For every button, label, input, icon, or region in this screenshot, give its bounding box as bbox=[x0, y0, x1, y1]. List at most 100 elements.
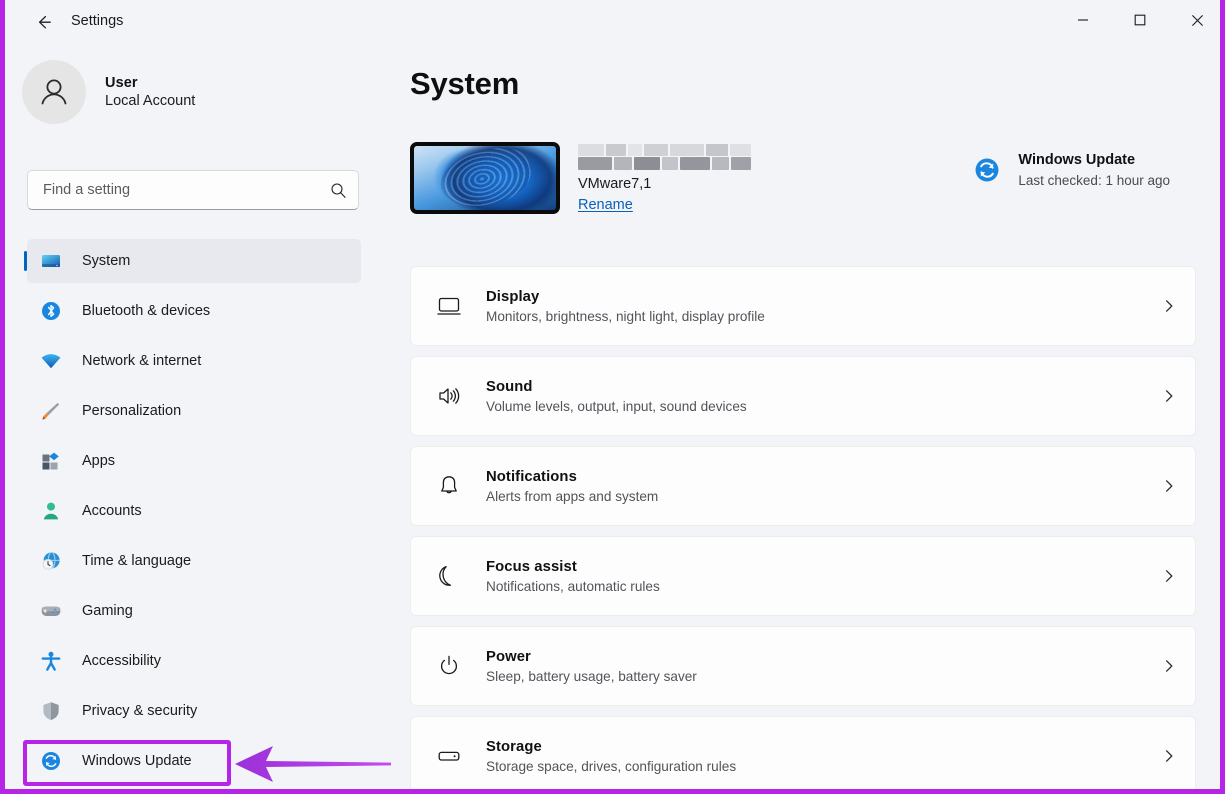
card-title: Focus assist bbox=[486, 558, 577, 575]
card-title: Display bbox=[486, 288, 540, 305]
chevron-right-icon bbox=[1143, 748, 1195, 764]
settings-window: Settings User Local Account Find a setti… bbox=[0, 0, 1225, 794]
power-icon bbox=[430, 653, 468, 679]
paintbrush-icon bbox=[39, 399, 63, 423]
drive-icon bbox=[430, 743, 468, 769]
chevron-right-icon bbox=[1143, 568, 1195, 584]
person-avatar-icon bbox=[41, 79, 67, 105]
card-title: Power bbox=[486, 648, 531, 665]
avatar bbox=[22, 60, 86, 124]
search-box[interactable] bbox=[27, 170, 359, 210]
apps-grid-icon bbox=[39, 449, 63, 473]
windows-bloom-wallpaper bbox=[414, 146, 556, 210]
sidebar-item-personalization[interactable]: Personalization bbox=[27, 389, 361, 433]
settings-card-display[interactable]: Display Monitors, brightness, night ligh… bbox=[410, 266, 1196, 346]
bell-icon bbox=[430, 473, 468, 499]
device-name-redacted bbox=[578, 142, 751, 172]
sidebar-item-label: Accounts bbox=[82, 503, 142, 519]
settings-card-list: Display Monitors, brightness, night ligh… bbox=[410, 266, 1196, 789]
sidebar-item-label: Network & internet bbox=[82, 353, 202, 369]
card-subtitle: Sleep, battery usage, battery saver bbox=[486, 668, 697, 684]
card-subtitle: Volume levels, output, input, sound devi… bbox=[486, 398, 747, 414]
card-title: Storage bbox=[486, 738, 542, 755]
shield-icon bbox=[39, 699, 63, 723]
sync-refresh-icon bbox=[39, 749, 63, 773]
sidebar-item-network-internet[interactable]: Network & internet bbox=[27, 339, 361, 383]
chevron-right-icon bbox=[1143, 478, 1195, 494]
speaker-icon bbox=[430, 383, 468, 409]
close-button[interactable] bbox=[1174, 0, 1220, 40]
person-icon bbox=[39, 499, 63, 523]
sidebar: User Local Account Find a setting System… bbox=[5, 44, 383, 789]
maximize-icon bbox=[1134, 14, 1146, 26]
sidebar-item-time-language[interactable]: Time & language bbox=[27, 539, 361, 583]
card-subtitle: Monitors, brightness, night light, displ… bbox=[486, 308, 765, 324]
page-title: System bbox=[410, 66, 520, 101]
search-input[interactable] bbox=[28, 182, 318, 198]
settings-card-notifications[interactable]: Notifications Alerts from apps and syste… bbox=[410, 446, 1196, 526]
sidebar-item-windows-update[interactable]: Windows Update bbox=[27, 739, 361, 783]
minimize-icon bbox=[1078, 19, 1088, 21]
settings-card-focus-assist[interactable]: Focus assist Notifications, automatic ru… bbox=[410, 536, 1196, 616]
sidebar-item-system[interactable]: System bbox=[24, 239, 361, 283]
sidebar-item-label: Accessibility bbox=[82, 653, 161, 669]
device-summary: VMware7,1 Rename Windows Update Last che… bbox=[410, 142, 1196, 222]
gamepad-icon bbox=[39, 599, 63, 623]
windows-update-title: Windows Update bbox=[1018, 152, 1136, 168]
chevron-right-icon bbox=[1143, 388, 1195, 404]
sidebar-item-label: Personalization bbox=[82, 403, 182, 419]
sidebar-item-label: Windows Update bbox=[82, 753, 192, 769]
sidebar-item-label: Bluetooth & devices bbox=[82, 303, 211, 319]
sync-refresh-icon bbox=[972, 155, 1002, 185]
sidebar-item-label: Gaming bbox=[82, 603, 133, 619]
clock-globe-icon bbox=[39, 549, 63, 573]
settings-card-power[interactable]: Power Sleep, battery usage, battery save… bbox=[410, 626, 1196, 706]
settings-card-sound[interactable]: Sound Volume levels, output, input, soun… bbox=[410, 356, 1196, 436]
sidebar-item-label: System bbox=[82, 253, 131, 269]
card-subtitle: Notifications, automatic rules bbox=[486, 578, 660, 594]
window-controls bbox=[1060, 0, 1220, 40]
sidebar-item-gaming[interactable]: Gaming bbox=[27, 589, 361, 633]
monitor-outline-icon bbox=[430, 293, 468, 319]
user-profile[interactable]: User Local Account bbox=[22, 60, 195, 124]
back-arrow-icon bbox=[38, 15, 51, 29]
settings-card-storage[interactable]: Storage Storage space, drives, configura… bbox=[410, 716, 1196, 789]
selection-indicator bbox=[24, 251, 27, 271]
maximize-button[interactable] bbox=[1117, 0, 1163, 40]
chevron-right-icon bbox=[1143, 658, 1195, 674]
sidebar-item-accounts[interactable]: Accounts bbox=[27, 489, 361, 533]
sidebar-item-apps[interactable]: Apps bbox=[27, 439, 361, 483]
windows-update-status: Last checked: 1 hour ago bbox=[1018, 173, 1170, 188]
card-subtitle: Storage space, drives, configuration rul… bbox=[486, 758, 737, 774]
accessibility-person-icon bbox=[39, 649, 63, 673]
minimize-button[interactable] bbox=[1060, 0, 1106, 40]
chevron-right-icon bbox=[1143, 298, 1195, 314]
card-subtitle: Alerts from apps and system bbox=[486, 488, 659, 504]
device-info: VMware7,1 Rename bbox=[578, 142, 751, 214]
sidebar-item-privacy-security[interactable]: Privacy & security bbox=[27, 689, 361, 733]
device-model: VMware7,1 bbox=[578, 176, 652, 192]
bluetooth-icon bbox=[39, 299, 63, 323]
moon-icon bbox=[430, 563, 468, 589]
sidebar-item-label: Privacy & security bbox=[82, 703, 198, 719]
profile-name: User bbox=[105, 75, 138, 91]
sidebar-item-label: Time & language bbox=[82, 553, 192, 569]
close-icon bbox=[1191, 14, 1203, 26]
search-icon bbox=[318, 182, 358, 199]
monitor-icon bbox=[39, 249, 63, 273]
sidebar-nav: System Bluetooth & devices Network & int… bbox=[5, 239, 383, 789]
device-thumbnail bbox=[410, 142, 560, 214]
back-button[interactable] bbox=[27, 6, 61, 38]
sidebar-item-bluetooth-devices[interactable]: Bluetooth & devices bbox=[27, 289, 361, 333]
card-title: Sound bbox=[486, 378, 533, 395]
windows-update-status-panel[interactable]: Windows Update Last checked: 1 hour ago bbox=[972, 152, 1170, 188]
app-title: Settings bbox=[71, 13, 124, 29]
wifi-icon bbox=[39, 349, 63, 373]
main-content: System VMware7,1 Rename Windows Update L… bbox=[383, 44, 1220, 789]
rename-link[interactable]: Rename bbox=[578, 197, 633, 213]
card-title: Notifications bbox=[486, 468, 577, 485]
profile-account-type: Local Account bbox=[105, 93, 196, 109]
sidebar-item-accessibility[interactable]: Accessibility bbox=[27, 639, 361, 683]
sidebar-item-label: Apps bbox=[82, 453, 116, 469]
title-bar: Settings bbox=[5, 0, 1220, 44]
